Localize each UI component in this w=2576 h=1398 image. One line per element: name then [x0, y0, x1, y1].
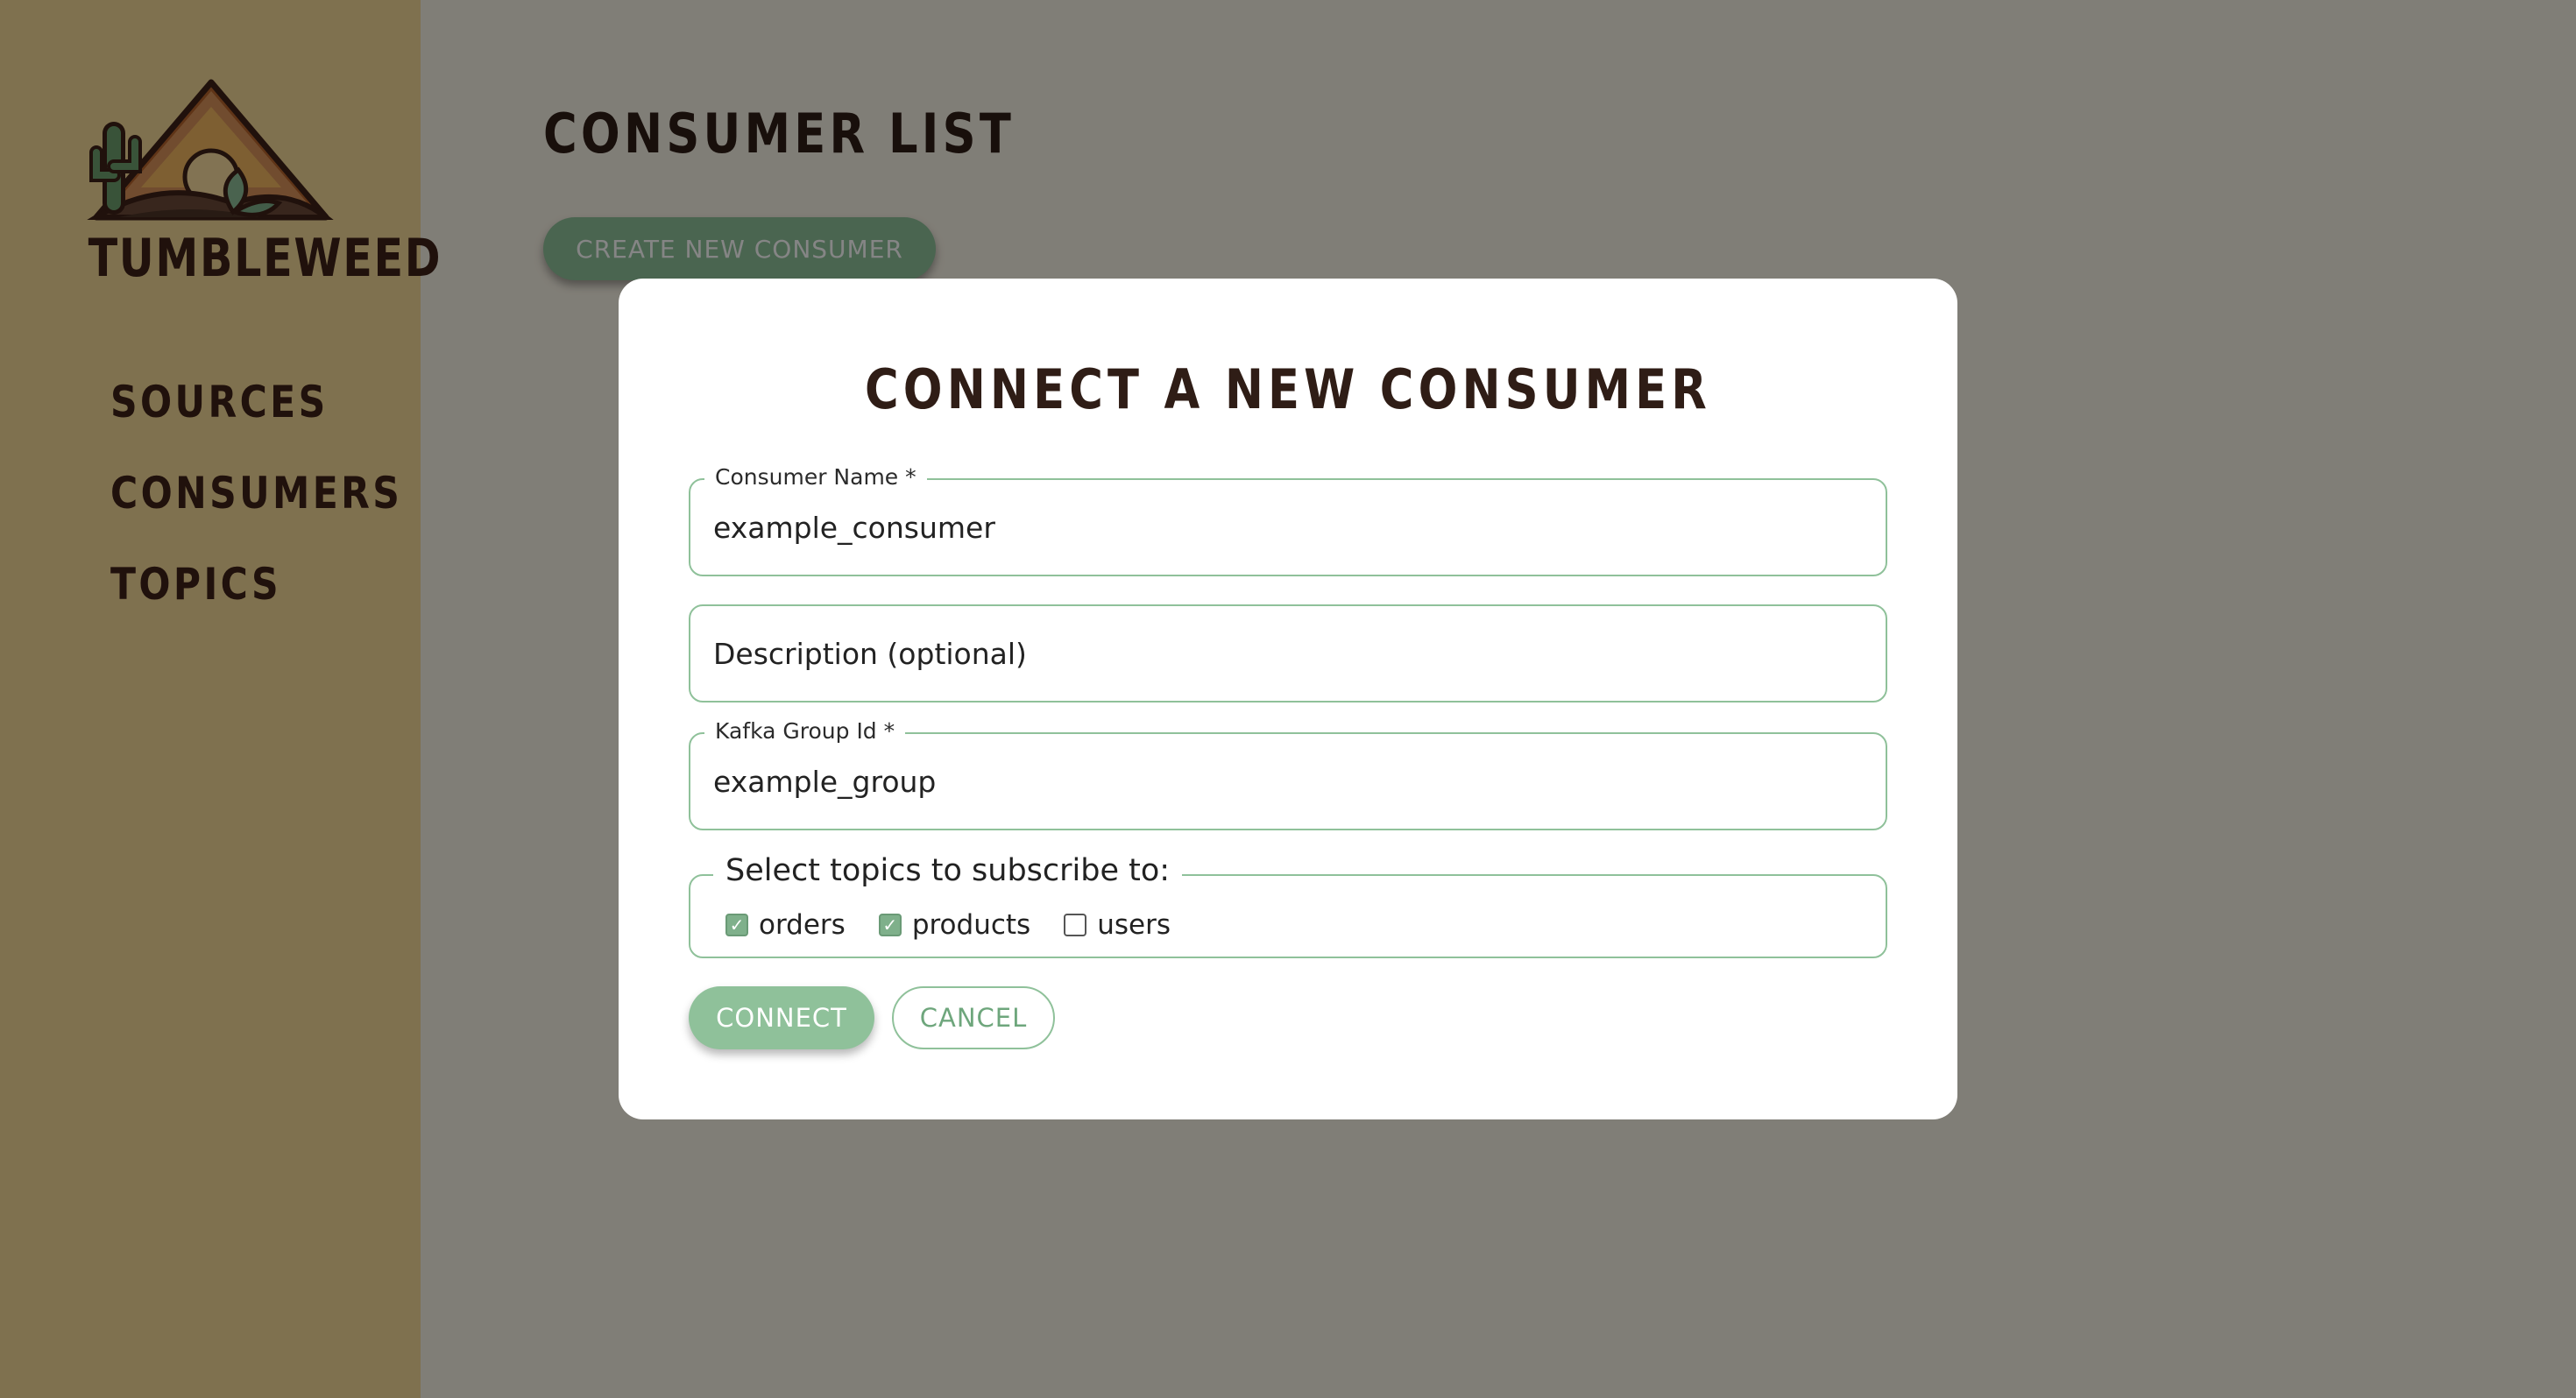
modal-title: CONNECT A NEW CONSUMER: [865, 357, 1711, 421]
topics-list: ✓ orders ✓ products users: [725, 909, 1204, 941]
checkbox-orders[interactable]: ✓: [725, 914, 748, 936]
consumer-name-input[interactable]: [713, 499, 1852, 555]
topic-option-products[interactable]: ✓ products: [878, 909, 1031, 941]
app-root: TUMBLEWEED SOURCES CONSUMERS TOPICS CONS…: [0, 0, 2576, 1398]
checkbox-products[interactable]: ✓: [878, 914, 902, 936]
topics-legend: Select topics to subscribe to:: [713, 853, 1183, 888]
consumer-name-field: Consumer Name *: [689, 464, 1887, 576]
connect-button[interactable]: CONNECT: [689, 986, 874, 1049]
connect-consumer-modal: CONNECT A NEW CONSUMER Consumer Name * K…: [619, 279, 1957, 1119]
topic-label: products: [911, 909, 1031, 941]
cancel-button[interactable]: CANCEL: [892, 986, 1055, 1049]
topic-label: orders: [759, 909, 846, 941]
consumer-name-label: Consumer Name *: [704, 464, 927, 490]
kafka-group-input[interactable]: [713, 753, 1852, 809]
kafka-group-label: Kafka Group Id *: [704, 718, 906, 744]
kafka-group-field: Kafka Group Id *: [689, 718, 1887, 830]
checkbox-users[interactable]: [1064, 914, 1087, 936]
topics-fieldset: Select topics to subscribe to: ✓ orders …: [689, 853, 1887, 958]
description-input[interactable]: [713, 625, 1852, 681]
topic-option-orders[interactable]: ✓ orders: [725, 909, 846, 941]
description-field: [689, 604, 1887, 703]
topic-label: users: [1097, 909, 1171, 941]
topic-option-users[interactable]: users: [1064, 909, 1171, 941]
